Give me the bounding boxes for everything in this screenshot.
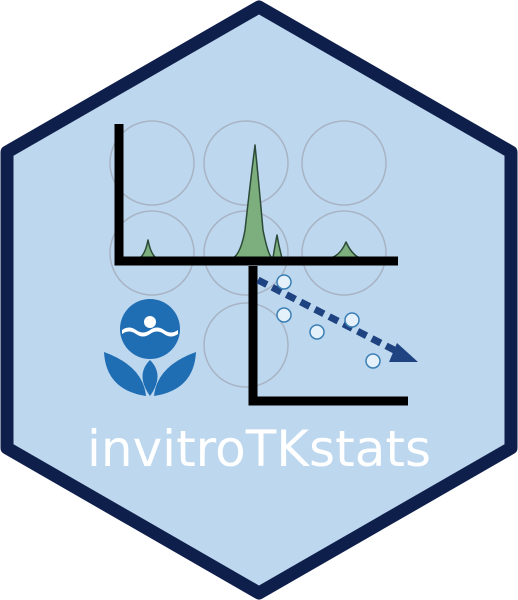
data-point [344, 312, 360, 328]
data-point [276, 307, 292, 323]
package-title: invitroTKstats [87, 420, 431, 478]
hex-sticker: invitroTKstats [0, 0, 518, 600]
emblem-sun [144, 316, 156, 328]
data-point [276, 274, 292, 290]
hex-background [0, 0, 518, 600]
data-point [365, 353, 381, 369]
data-point [309, 324, 325, 340]
